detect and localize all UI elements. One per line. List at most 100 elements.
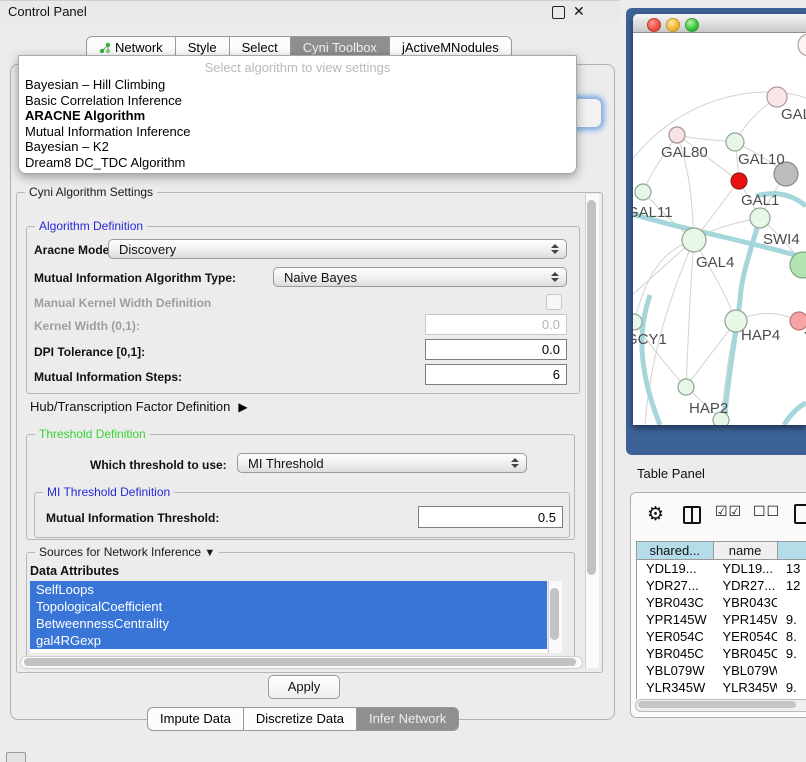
network-node-hap2[interactable] [678,379,694,395]
network-node-gal10[interactable] [726,133,744,151]
algorithm-dropdown-placeholder: Select algorithm to view settings [19,59,576,77]
algorithm-option[interactable]: Dream8 DC_TDC Algorithm [19,155,576,171]
deselect-all-columns-icon[interactable]: ☐☐ [753,504,780,520]
settings-vertical-scrollbar[interactable] [585,194,599,668]
network-node-gal[interactable] [767,87,787,107]
node-label: GAL80 [661,144,708,161]
data-attributes-label: Data Attributes [30,564,119,578]
data-attribute-item[interactable]: gal4RGexp [30,632,547,649]
which-threshold-select[interactable]: MI Threshold [237,453,527,473]
tab-label: jActiveMNodules [402,40,499,55]
network-edge [784,403,806,425]
aracne-mode-select[interactable]: Discovery [108,239,567,259]
table-horizontal-scrollbar[interactable] [635,699,806,712]
aracne-mode-value: Discovery [119,242,176,257]
algorithm-option[interactable]: ARACNE Algorithm [19,108,576,124]
mi-threshold-group-title: MI Threshold Definition [43,485,174,499]
cyni-settings-group-title: Cyni Algorithm Settings [25,185,157,199]
algorithm-option[interactable]: Basic Correlation Inference [19,93,576,109]
network-edge [642,295,660,425]
table-row[interactable]: YBR045CYBR045C9. [637,645,806,662]
hub-definition-toggle[interactable]: Hub/Transcription Factor Definition▶ [30,399,248,414]
table-cell: YDR27... [713,577,776,594]
settings-horizontal-scrollbar[interactable] [20,656,583,669]
tab-label: Cyni Toolbox [303,40,377,55]
gear-icon[interactable]: ⚙ [647,503,664,525]
table-row[interactable]: YER054CYER054C8. [637,628,806,645]
node-label: SWI4 [763,231,800,248]
table-row[interactable]: YLR345WYLR345W9. [637,679,806,696]
tab-label: Select [242,40,278,55]
control-panel-titlebar: Control Panel ✕ [0,0,620,23]
manual-kernel-checkbox[interactable] [546,294,562,310]
zoom-traffic-light-icon[interactable] [685,18,699,32]
table-cell: YBR045C [637,645,713,662]
table-cell: YPR145W [713,611,776,628]
new-table-icon[interactable] [794,504,806,524]
table-row[interactable]: YBL079WYBL079W [637,662,806,679]
mi-threshold-input[interactable] [418,506,563,528]
node-label: GAL11 [633,204,673,221]
network-canvas[interactable]: GAL80GAL10GAL1GAL11GAL4SWI4GCY1HAP4YHAP2… [633,33,806,425]
table-toolbar: ⚙ ☑☑ ☐☐ [631,501,806,531]
minimize-traffic-light-icon[interactable] [666,18,680,32]
network-window-titlebar[interactable] [633,14,806,33]
mi-type-select[interactable]: Naive Bayes [273,267,567,287]
table-cell: YLR345W [713,679,776,696]
table-row[interactable]: YDL19...YDL19...13 [637,560,806,577]
table-cell: 13 [777,560,806,577]
columns-icon[interactable] [683,506,701,524]
tab-impute-data[interactable]: Impute Data [147,707,244,731]
node-label: GAL [781,106,806,123]
dpi-tolerance-label: DPI Tolerance [0,1]: [34,345,145,359]
dpi-tolerance-input[interactable] [425,339,567,360]
table-cell: YBR043C [713,594,776,611]
algorithm-option[interactable]: Bayesian – Hill Climbing [19,77,576,93]
table-cell: YBR043C [637,594,713,611]
data-attribute-item[interactable]: SelfLoops [30,581,547,598]
data-attributes-list[interactable]: SelfLoopsTopologicalCoefficientBetweenne… [30,581,547,653]
column-header[interactable]: shared... [636,541,714,560]
table-cell: 8. [777,628,806,645]
mi-steps-input[interactable] [425,364,567,385]
tab-label: Style [188,40,217,55]
aracne-mode-label: Aracne Mode: [34,243,113,257]
data-attribute-item[interactable]: TopologicalCoefficient [30,598,547,615]
node-label: HAP2 [689,400,728,417]
network-node-gal1[interactable] [731,173,747,189]
network-node[interactable] [798,34,806,56]
network-node-gal11[interactable] [635,184,651,200]
close-icon[interactable]: ✕ [573,2,585,20]
tab-discretize-data[interactable]: Discretize Data [244,707,357,731]
tab-label: Infer Network [369,711,446,726]
algorithm-option[interactable]: Mutual Information Inference [19,124,576,140]
table-row[interactable]: YDR27...YDR27...12 [637,577,806,594]
chevron-down-icon[interactable]: ▼ [204,547,215,559]
network-node-gal4[interactable] [682,228,706,252]
network-node-swi4[interactable] [750,208,770,228]
table-row[interactable]: YPR145WYPR145W9. [637,611,806,628]
network-node-y[interactable] [790,312,806,330]
screen: Control Panel ✕ Network Style Select Cyni T… [0,0,806,762]
float-icon[interactable] [552,6,565,19]
tab-infer-network[interactable]: Infer Network [357,707,459,731]
collapsed-panel-icon[interactable] [6,752,26,762]
bottom-tabbar: Impute DataDiscretize Data Infer Network [147,707,459,731]
algorithm-option[interactable]: Bayesian – K2 [19,139,576,155]
table-header-row: shared...name [636,541,806,560]
close-traffic-light-icon[interactable] [647,18,661,32]
kernel-width-label: Kernel Width (0,1): [34,319,140,333]
column-header[interactable]: name [714,541,778,560]
data-attribute-item[interactable]: BetweennessCentrality [30,615,547,632]
kernel-width-input[interactable] [425,314,567,335]
table-row[interactable]: YBR043CYBR043C [637,594,806,611]
table-cell: YBL079W [637,662,713,679]
table-cell: YDR27... [637,577,713,594]
combo-arrows-icon [510,457,519,471]
select-all-columns-icon[interactable]: ☑☑ [715,504,742,520]
column-header[interactable] [778,541,806,560]
apply-button[interactable]: Apply [268,675,340,699]
network-node-gal80[interactable] [669,127,685,143]
attributes-list-scrollbar[interactable] [548,581,562,653]
tab-label: Network [115,40,163,55]
